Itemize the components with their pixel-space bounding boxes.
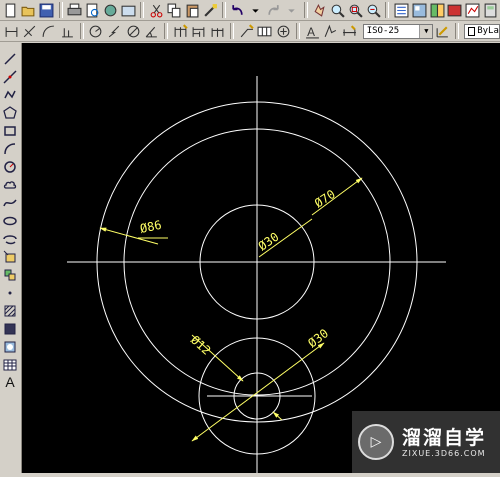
- paste-icon[interactable]: [184, 2, 200, 19]
- separator: [164, 23, 169, 39]
- dimension-toolbar: A ISO-25 ▼ ByLa: [0, 21, 500, 42]
- jogged-dimension-icon[interactable]: [106, 23, 123, 40]
- redo-icon[interactable]: [266, 2, 282, 19]
- gradient-icon[interactable]: [2, 321, 18, 336]
- separator: [58, 2, 63, 18]
- multiline-text-icon[interactable]: A: [2, 374, 18, 390]
- region-icon[interactable]: [2, 339, 18, 354]
- svg-text:A: A: [307, 25, 315, 38]
- separator: [454, 23, 459, 39]
- separator: [303, 2, 308, 18]
- construction-line-icon[interactable]: [2, 69, 18, 84]
- dim-center-label: Ø30: [256, 230, 282, 254]
- drawing-canvas[interactable]: Ø86 Ø70 Ø30 Ø12 Ø30 ▷ 溜溜自学 ZIXUE.3D66.CO…: [22, 43, 500, 473]
- dimension-style-value: ISO-25: [366, 26, 400, 36]
- watermark-title: 溜溜自学: [402, 426, 487, 449]
- layer-linetype-select[interactable]: ByLa: [463, 23, 500, 39]
- undo-icon[interactable]: [230, 2, 246, 19]
- radius-dimension-icon[interactable]: [88, 23, 105, 40]
- layer-linetype-value: ByLa: [477, 26, 499, 36]
- polygon-icon[interactable]: [2, 105, 18, 120]
- pan-icon[interactable]: [312, 2, 328, 19]
- circle-icon[interactable]: [2, 159, 18, 174]
- color-swatch: [467, 26, 476, 36]
- separator: [222, 2, 226, 18]
- diameter-dimension-icon[interactable]: [125, 23, 142, 40]
- ellipse-arc-icon[interactable]: [2, 231, 18, 246]
- insert-block-icon[interactable]: [2, 249, 18, 264]
- save-icon[interactable]: [39, 2, 55, 19]
- publish-icon[interactable]: [103, 2, 119, 19]
- table-icon[interactable]: [2, 357, 18, 372]
- watermark-url: ZIXUE.3D66.COM: [402, 448, 486, 458]
- dim-ring-label: Ø70: [312, 187, 338, 211]
- line-icon[interactable]: [2, 51, 18, 66]
- center-mark-icon[interactable]: [275, 23, 292, 40]
- redo-dropdown-icon[interactable]: [284, 2, 300, 19]
- angular-dimension-icon[interactable]: [143, 23, 160, 40]
- copy-icon[interactable]: [166, 2, 182, 19]
- revision-cloud-icon[interactable]: [2, 177, 18, 192]
- arc-icon[interactable]: [2, 141, 18, 156]
- design-center-icon[interactable]: [411, 2, 427, 19]
- dimension-text-edit-icon[interactable]: [322, 23, 339, 40]
- baseline-dimension-icon[interactable]: [191, 23, 208, 40]
- chevron-down-icon[interactable]: ▼: [419, 24, 433, 38]
- make-block-icon[interactable]: [2, 267, 18, 282]
- new-icon[interactable]: [3, 2, 19, 19]
- separator: [295, 23, 300, 39]
- zoom-previous-icon[interactable]: [365, 2, 381, 19]
- polyline-icon[interactable]: [2, 87, 18, 102]
- tolerance-icon[interactable]: [257, 23, 274, 40]
- dimension-update-icon[interactable]: [341, 23, 358, 40]
- zoom-realtime-icon[interactable]: [330, 2, 346, 19]
- properties-icon[interactable]: [393, 2, 409, 19]
- separator: [79, 23, 84, 39]
- dimension-style-icon[interactable]: [434, 23, 451, 40]
- separator: [385, 2, 390, 18]
- dim-small-boss-label: Ø30: [305, 326, 331, 350]
- continue-dimension-icon[interactable]: [209, 23, 226, 40]
- calculator-icon[interactable]: [483, 2, 499, 19]
- ellipse-icon[interactable]: [2, 213, 18, 228]
- dimension-edit-icon[interactable]: A: [304, 23, 321, 40]
- separator: [140, 2, 145, 18]
- draw-toolbar: A: [0, 43, 22, 473]
- play-logo-icon: ▷: [358, 424, 394, 460]
- dim-outer-label: Ø86: [139, 218, 163, 236]
- print-icon[interactable]: [67, 2, 83, 19]
- undo-dropdown-icon[interactable]: [248, 2, 264, 19]
- match-properties-icon[interactable]: [202, 2, 218, 19]
- sheet-set-icon[interactable]: [447, 2, 463, 19]
- quick-dimension-icon[interactable]: [172, 23, 189, 40]
- dim-small-boss-line: [191, 342, 325, 442]
- preview-icon[interactable]: [85, 2, 101, 19]
- markup-icon[interactable]: [465, 2, 481, 19]
- aligned-dimension-icon[interactable]: [22, 23, 39, 40]
- spline-icon[interactable]: [2, 195, 18, 210]
- tool-palettes-icon[interactable]: [429, 2, 445, 19]
- linear-dimension-icon[interactable]: [3, 23, 20, 40]
- dim-small-hole-arrow: [272, 411, 283, 421]
- open-icon[interactable]: [21, 2, 37, 19]
- watermark-text: 溜溜自学 ZIXUE.3D66.COM: [402, 427, 486, 458]
- zoom-window-icon[interactable]: [347, 2, 363, 19]
- plot-icon[interactable]: [121, 2, 137, 19]
- arc-length-icon[interactable]: [40, 23, 57, 40]
- ordinate-dimension-icon[interactable]: [59, 23, 76, 40]
- dimension-style-select[interactable]: ISO-25 ▼: [362, 23, 434, 39]
- point-icon[interactable]: [2, 285, 18, 300]
- watermark: ▷ 溜溜自学 ZIXUE.3D66.COM: [352, 411, 500, 473]
- cut-icon[interactable]: [148, 2, 164, 19]
- dim-small-hole-label: Ø12: [188, 333, 213, 358]
- standard-toolbar: [0, 0, 500, 21]
- separator: [229, 23, 234, 39]
- drawing-svg: Ø86 Ø70 Ø30 Ø12 Ø30: [67, 76, 446, 473]
- hatch-icon[interactable]: [2, 303, 18, 318]
- rectangle-icon[interactable]: [2, 123, 18, 138]
- quick-leader-icon[interactable]: [238, 23, 255, 40]
